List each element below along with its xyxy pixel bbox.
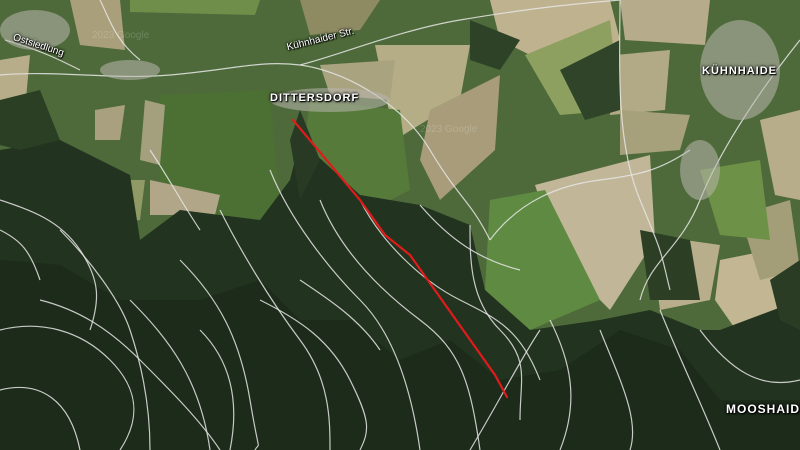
imagery-watermark: 2023 Google bbox=[92, 30, 150, 41]
satellite-map[interactable]: 2023 Google 2023 Google Ostsiedlung Kühn… bbox=[0, 0, 800, 450]
label-dittersdorf[interactable]: DITTERSDORF bbox=[270, 92, 359, 104]
map-imagery bbox=[0, 0, 800, 450]
imagery-watermark-2: 2023 Google bbox=[420, 124, 478, 135]
label-kuhnhaide[interactable]: KÜHNHAIDE bbox=[702, 65, 777, 77]
label-mooshaide[interactable]: MOOSHAIDE bbox=[726, 402, 800, 416]
